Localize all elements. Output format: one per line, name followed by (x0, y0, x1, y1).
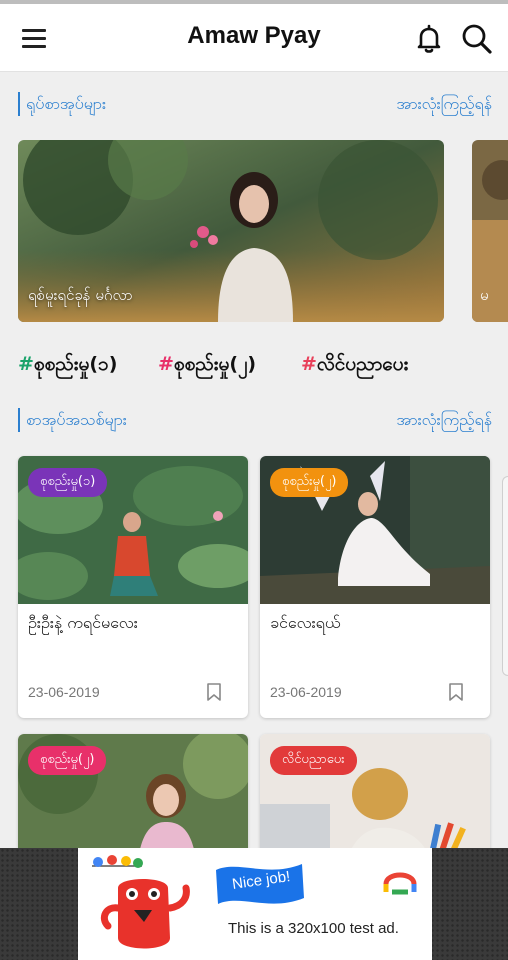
tag-row: #စုစည်းမှု(၁) #စုစည်းမှု(၂) #လိင်ပညာပေး (18, 352, 498, 382)
view-all-popular-link[interactable]: အားလုံးကြည့်ရန် (396, 92, 492, 116)
section-title-popular: ရုပ်စာအုပ်များ (18, 92, 106, 116)
tag-sex-education[interactable]: #လိင်ပညာပေး (301, 352, 408, 380)
tag-collection-2[interactable]: #စုစည်းမှု(၂) (158, 352, 256, 380)
tag-label: စုစည်းမှု(၂) (173, 353, 257, 375)
hero-caption: ရစ်မူးရင်ခုန် မင်္ဂလာ (28, 286, 133, 304)
category-badge: စုစည်းမှု(၂) (28, 746, 107, 775)
category-badge: လိင်ပညာပေး (270, 746, 357, 775)
hero-image-next (472, 140, 508, 322)
hash-symbol: # (301, 353, 317, 375)
book-card[interactable]: စုစည်းမှု(၁) ဦးဦးနဲ့ ကရင်မလေး 23-06-2019 (18, 456, 248, 718)
search-icon[interactable] (460, 22, 494, 56)
app-bar: Amaw Pyay (0, 4, 508, 72)
hash-symbol: # (158, 353, 174, 375)
ad-banner[interactable]: Nice job! This is a 320x100 test ad. (78, 848, 432, 960)
section-title-new: စာအုပ်အသစ်များ (18, 408, 127, 432)
tag-collection-1[interactable]: #စုစည်းမှု(၁) (18, 352, 117, 380)
category-badge: စုစည်းမှု(၂) (270, 468, 349, 497)
tag-label: လိင်ပညာပေး (316, 353, 409, 375)
bookmark-icon[interactable] (448, 682, 464, 702)
bookmark-icon[interactable] (206, 682, 222, 702)
book-title: ခင်လေးရယ် (270, 613, 341, 632)
book-date: 23-06-2019 (28, 684, 100, 700)
tag-label: စုစည်းမှု(၁) (33, 353, 118, 375)
section-header-popular: ရုပ်စာအုပ်များ အားလုံးကြည့်ရန် (18, 92, 492, 118)
ad-illustration (92, 855, 417, 949)
book-date: 23-06-2019 (270, 684, 342, 700)
hero-slide[interactable]: ရစ်မူးရင်ခုန် မင်္ဂလာ (18, 140, 444, 322)
ad-text: This is a 320x100 test ad. (228, 920, 399, 937)
hash-symbol: # (18, 353, 34, 375)
book-card[interactable]: စုစည်းမှု(၂) ခင်လေးရယ် 23-06-2019 (260, 456, 490, 718)
book-title: ဦးဦးနဲ့ ကရင်မလေး (28, 613, 138, 632)
section-header-new: စာအုပ်အသစ်များ အားလုံးကြည့်ရန် (18, 408, 492, 434)
bell-icon[interactable] (412, 22, 446, 56)
ad-banner-container: Nice job! This is a 320x100 test ad. (0, 848, 508, 960)
hero-caption-next: မ (480, 286, 489, 304)
scroll-indicator (502, 476, 508, 676)
category-badge: စုစည်းမှု(၁) (28, 468, 108, 497)
hero-slide-next[interactable]: မ (472, 140, 508, 322)
view-all-new-link[interactable]: အားလုံးကြည့်ရန် (396, 408, 492, 432)
